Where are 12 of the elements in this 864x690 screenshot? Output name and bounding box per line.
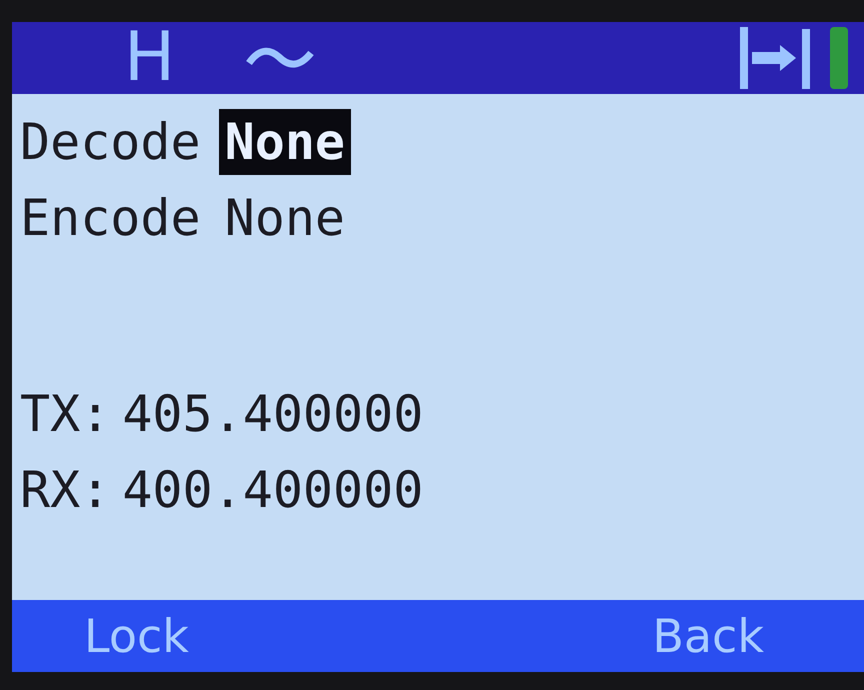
setting-value[interactable]: None xyxy=(218,109,352,175)
frequency-value: 400.400000 xyxy=(122,460,424,521)
setting-value[interactable]: None xyxy=(218,185,352,251)
frequency-value: 405.400000 xyxy=(122,384,424,445)
softkey-label[interactable]: Back xyxy=(652,609,764,663)
setting-label: Decode xyxy=(20,112,201,173)
softkey-label[interactable]: Lock xyxy=(84,609,189,663)
frequency-label: RX: xyxy=(20,460,110,521)
setting-label: Encode xyxy=(20,188,201,249)
battery-icon xyxy=(828,27,850,89)
frequency-label: TX: xyxy=(20,384,110,445)
mode-indicator: H xyxy=(124,24,176,92)
